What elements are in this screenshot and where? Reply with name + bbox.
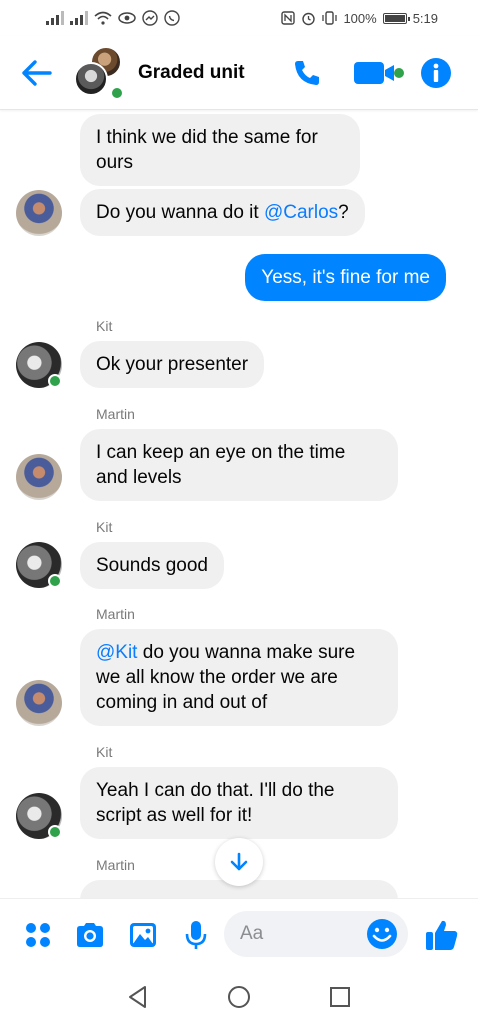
system-navigation-bar [0, 970, 478, 1023]
scroll-to-bottom-button[interactable] [215, 838, 263, 886]
emoji-icon[interactable] [366, 918, 398, 950]
message-text: I think we did the same for [96, 127, 318, 148]
sender-name: Martin [96, 406, 135, 422]
online-indicator [48, 374, 62, 388]
message-bubble[interactable]: @Kit do you wanna make sure we all know … [80, 629, 398, 726]
whatsapp-icon [164, 10, 180, 26]
mention-link[interactable]: @Carlos [264, 202, 338, 223]
group-avatar[interactable] [74, 46, 126, 100]
battery-percentage: 100% [343, 10, 377, 26]
message-text: ours [96, 152, 133, 173]
wifi-icon [94, 11, 112, 25]
sender-avatar-martin[interactable] [16, 680, 62, 726]
message-text: Ok your presenter [96, 354, 249, 375]
sender-name: Kit [96, 744, 113, 760]
message-bubble[interactable]: I can keep an eye on the time and levels [80, 429, 398, 501]
message-input[interactable]: Aa [224, 911, 408, 957]
message-text: Yess, it's fine for me [261, 267, 430, 288]
nfc-icon [281, 11, 296, 25]
message-text: Sounds good [96, 555, 208, 576]
conversation-title[interactable]: Graded unit [138, 62, 245, 84]
sender-name: Kit [96, 519, 113, 535]
online-indicator [48, 574, 62, 588]
message-bubble[interactable]: I think we did the same for ours [80, 114, 360, 186]
microphone-icon[interactable] [180, 919, 212, 951]
sender-name: Kit [96, 318, 113, 334]
message-text: coming in and out of [96, 692, 268, 713]
thumbs-up-icon[interactable] [424, 917, 460, 953]
recents-square-icon[interactable] [327, 984, 353, 1010]
gallery-icon[interactable] [127, 919, 159, 951]
sender-avatar-martin[interactable] [16, 454, 62, 500]
sender-avatar-martin[interactable] [16, 190, 62, 236]
message-list[interactable]: I think we did the same for ours Do you … [0, 111, 478, 898]
status-bar-right: 100% 5:19 [281, 11, 438, 26]
mention-link[interactable]: @Kit [96, 642, 137, 663]
status-bar-left [46, 10, 180, 26]
my-message-bubble[interactable]: Yess, it's fine for me [245, 254, 446, 301]
info-icon[interactable] [420, 57, 452, 89]
online-indicator [48, 825, 62, 839]
signal-icon [46, 11, 64, 25]
message-input-placeholder: Aa [240, 923, 264, 944]
sender-name: Martin [96, 606, 135, 622]
camera-icon[interactable] [74, 919, 106, 951]
home-circle-icon[interactable] [226, 984, 252, 1010]
message-bubble[interactable]: Yeah I can do that. I'll do the script a… [80, 767, 398, 839]
message-bubble[interactable]: Sounds good [80, 542, 224, 589]
message-bubble[interactable]: Ok your presenter [80, 341, 265, 388]
message-text: Do you wanna do it [96, 202, 264, 223]
conversation-header: Graded unit [0, 36, 478, 110]
eye-icon [118, 12, 136, 24]
message-text: Yeah I can do that. I'll do the [96, 780, 335, 801]
online-indicator [110, 86, 124, 100]
apps-icon[interactable] [22, 919, 54, 951]
sender-name: Martin [96, 857, 135, 873]
message-text: script as well for it! [96, 805, 253, 826]
status-bar: 100% 5:19 [0, 0, 478, 36]
message-text: I can keep an eye on the time [96, 442, 346, 463]
vibrate-icon [322, 11, 338, 25]
arrow-down-icon [230, 852, 248, 871]
signal-icon [70, 11, 88, 25]
message-text: we all know the order we are [96, 667, 338, 688]
message-text: and levels [96, 467, 182, 488]
back-arrow-icon[interactable] [20, 58, 52, 88]
alarm-icon [302, 12, 316, 25]
message-text: ? [338, 202, 349, 223]
back-triangle-icon[interactable] [125, 984, 151, 1010]
message-bubble[interactable]: Do you wanna do it @Carlos? [80, 189, 365, 236]
phone-icon[interactable] [292, 58, 322, 88]
message-composer: Aa [0, 898, 478, 970]
video-camera-icon[interactable] [354, 58, 406, 88]
messenger-icon [142, 10, 158, 26]
clock: 5:19 [412, 10, 438, 26]
message-text: do you wanna make sure [137, 642, 356, 663]
battery-icon [382, 12, 410, 24]
member-avatar [74, 62, 108, 96]
